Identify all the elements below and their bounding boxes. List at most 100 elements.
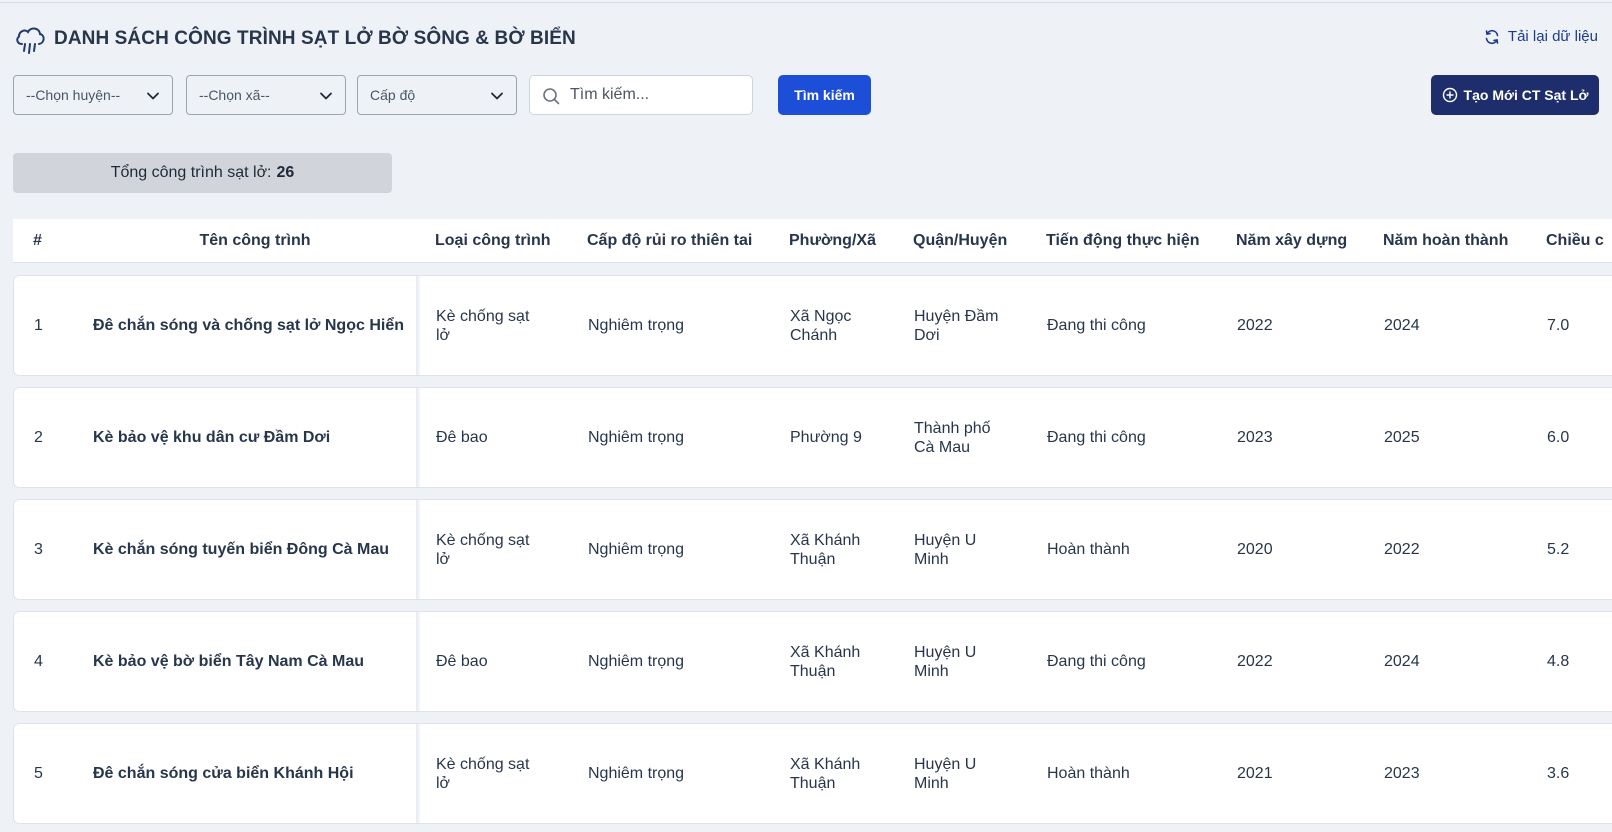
build-year: 2023: [1237, 428, 1273, 446]
table-row[interactable]: 3 Kè chắn sóng tuyến biển Đông Cà Mau Kè…: [13, 499, 1612, 600]
page-header: DANH SÁCH CÔNG TRÌNH SẠT LỞ BỜ SÔNG & BỜ…: [14, 24, 1598, 54]
ward: Phường 9: [790, 388, 862, 487]
table-row[interactable]: 2 Kè bảo vệ khu dân cư Đầm Dơi Đê bao Ng…: [13, 387, 1612, 488]
chevron-down-icon: [491, 92, 503, 100]
build-year: 2021: [1237, 764, 1273, 782]
table-row[interactable]: 1 Đê chắn sóng và chống sạt lở Ngọc Hiển…: [13, 275, 1612, 376]
district: Huyện Đầm Dơi: [914, 276, 998, 375]
district-line: Thành phố: [914, 419, 991, 437]
column-header-build-year: Năm xây dựng: [1236, 231, 1348, 249]
project-type: Kè chống sạt lở: [436, 500, 529, 599]
search-icon: [543, 88, 560, 105]
chevron-down-icon: [147, 92, 159, 100]
finish-year: 2025: [1384, 428, 1420, 446]
table-row[interactable]: 5 Đê chắn sóng cửa biển Khánh Hội Kè chố…: [13, 723, 1612, 824]
district-line: Dơi: [914, 326, 940, 344]
plus-circle-icon: [1442, 87, 1457, 103]
district-line: Huyện U: [914, 531, 977, 549]
project-type-line: Kè chống sạt: [436, 307, 530, 325]
project-type: Đê bao: [436, 612, 488, 711]
project-type-line: Kè chống sạt: [436, 755, 530, 773]
district-line: Cà Mau: [914, 438, 971, 456]
table-row[interactable]: 4 Kè bảo vệ bờ biển Tây Nam Cà Mau Đê ba…: [13, 611, 1612, 712]
row-index: 4: [34, 652, 43, 670]
build-year: 2022: [1237, 316, 1273, 334]
progress-status: Đang thi công: [1047, 652, 1146, 670]
column-header-name: Tên công trình: [199, 231, 311, 249]
project-name: Đê chắn sóng và chống sạt lở Ngọc Hiển: [93, 316, 404, 334]
finish-year: 2024: [1384, 316, 1420, 334]
length: 4.8: [1547, 652, 1570, 670]
progress-status: Hoàn thành: [1047, 764, 1130, 782]
ward-line: Thuận: [790, 662, 836, 680]
length: 6.0: [1547, 428, 1570, 446]
search-button[interactable]: Tìm kiếm: [778, 75, 871, 115]
project-name: Đê chắn sóng cửa biển Khánh Hội: [93, 764, 354, 782]
district: Huyện U Minh: [914, 724, 976, 823]
column-header-district: Quận/Huyện: [913, 231, 1008, 249]
project-type-line: Đê bao: [436, 653, 488, 670]
commune-select-value: --Chọn xã--: [199, 87, 270, 103]
district-line: Minh: [914, 550, 949, 568]
risk-level: Nghiêm trọng: [588, 316, 685, 334]
table-header: # Tên công trình Loại công trình Cấp độ …: [13, 219, 1612, 263]
column-header-index: #: [33, 231, 42, 249]
project-type-line: lở: [436, 326, 451, 344]
column-header-ward: Phường/Xã: [789, 231, 876, 249]
build-year: 2020: [1237, 540, 1273, 558]
progress-status: Đang thi công: [1047, 316, 1146, 334]
column-divider: [416, 388, 420, 487]
column-divider: [416, 612, 420, 711]
district-select[interactable]: --Chọn huyện--: [13, 75, 173, 115]
finish-year: 2023: [1384, 764, 1420, 782]
district-line: Huyện Đầm: [914, 307, 999, 325]
length: 3.6: [1547, 764, 1570, 782]
project-type: Kè chống sạt lở: [436, 276, 529, 375]
risk-level: Nghiêm trọng: [588, 428, 685, 446]
finish-year: 2024: [1384, 652, 1420, 670]
project-type-line: Đê bao: [436, 429, 488, 446]
progress-status: Đang thi công: [1047, 428, 1146, 446]
district: Huyện U Minh: [914, 500, 976, 599]
ward-line: Thuận: [790, 774, 836, 792]
finish-year: 2022: [1384, 540, 1420, 558]
risk-level: Nghiêm trọng: [588, 540, 685, 558]
column-header-type: Loại công trình: [435, 231, 551, 249]
project-type: Kè chống sạt lở: [436, 724, 529, 823]
create-landslide-project-button[interactable]: Tạo Mới CT Sạt Lở: [1431, 75, 1599, 115]
district-select-value: --Chọn huyện--: [26, 87, 121, 103]
ward: Xã Khánh Thuận: [790, 724, 860, 823]
project-type-line: Kè chống sạt: [436, 531, 530, 549]
ward-line: Xã Khánh: [790, 755, 861, 773]
column-divider: [416, 500, 420, 599]
build-year: 2022: [1237, 652, 1273, 670]
project-name: Kè chắn sóng tuyến biển Đông Cà Mau: [93, 540, 390, 558]
search-input[interactable]: [570, 86, 740, 104]
district: Huyện U Minh: [914, 612, 976, 711]
commune-select[interactable]: --Chọn xã--: [186, 75, 346, 115]
total-projects-summary: Tổng công trình sạt lở: 26: [13, 153, 392, 193]
column-divider: [416, 724, 420, 823]
row-index: 5: [34, 764, 43, 782]
ward: Xã Khánh Thuận: [790, 612, 860, 711]
cloud-rain-icon: [16, 27, 45, 54]
create-button-label: Tạo Mới CT Sạt Lở: [1463, 87, 1589, 103]
column-header-length: Chiều c: [1546, 231, 1604, 249]
progress-status: Hoàn thành: [1047, 540, 1130, 558]
project-type-line: lở: [436, 550, 451, 568]
ward: Xã Khánh Thuận: [790, 500, 860, 599]
reload-data-button[interactable]: Tải lại dữ liệu: [1484, 28, 1598, 45]
chevron-down-icon: [320, 92, 332, 100]
project-name: Kè bảo vệ khu dân cư Đầm Dơi: [93, 428, 331, 446]
top-divider: [0, 2, 1612, 3]
district-line: Minh: [914, 774, 949, 792]
project-name: Kè bảo vệ bờ biển Tây Nam Cà Mau: [93, 652, 364, 670]
column-header-risk: Cấp độ rủi ro thiên tai: [587, 231, 753, 249]
row-index: 3: [34, 540, 43, 558]
filter-bar: --Chọn huyện-- --Chọn xã-- Cấp độ Tìm ki…: [13, 75, 1599, 115]
risk-level: Nghiêm trọng: [588, 652, 685, 670]
row-index: 1: [34, 316, 43, 334]
ward-line: Xã Ngọc: [790, 307, 852, 325]
ward-line: Thuận: [790, 550, 836, 568]
level-select[interactable]: Cấp độ: [357, 75, 517, 115]
